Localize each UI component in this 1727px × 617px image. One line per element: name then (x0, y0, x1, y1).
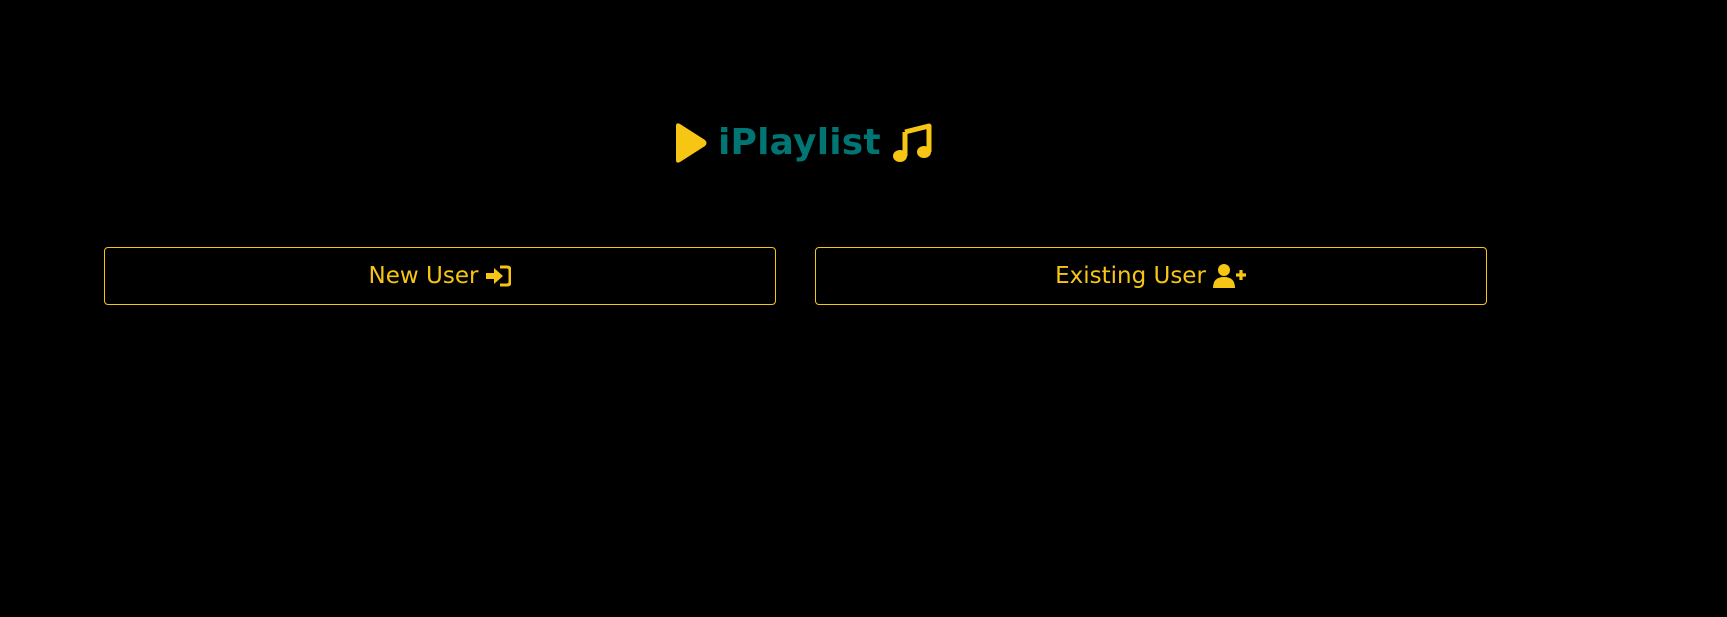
sign-in-icon (485, 265, 512, 287)
landing-page: iPlaylist New User Existing User (0, 0, 1727, 617)
brand-header: iPlaylist (672, 118, 933, 168)
auth-actions: New User Existing User (104, 247, 1487, 305)
existing-user-label: Existing User (1055, 263, 1206, 289)
new-user-button[interactable]: New User (104, 247, 776, 305)
music-note-icon (891, 122, 933, 164)
user-plus-icon (1212, 264, 1247, 288)
app-title: iPlaylist (718, 122, 881, 163)
play-icon (672, 122, 708, 164)
existing-user-button[interactable]: Existing User (815, 247, 1487, 305)
new-user-label: New User (368, 263, 479, 289)
